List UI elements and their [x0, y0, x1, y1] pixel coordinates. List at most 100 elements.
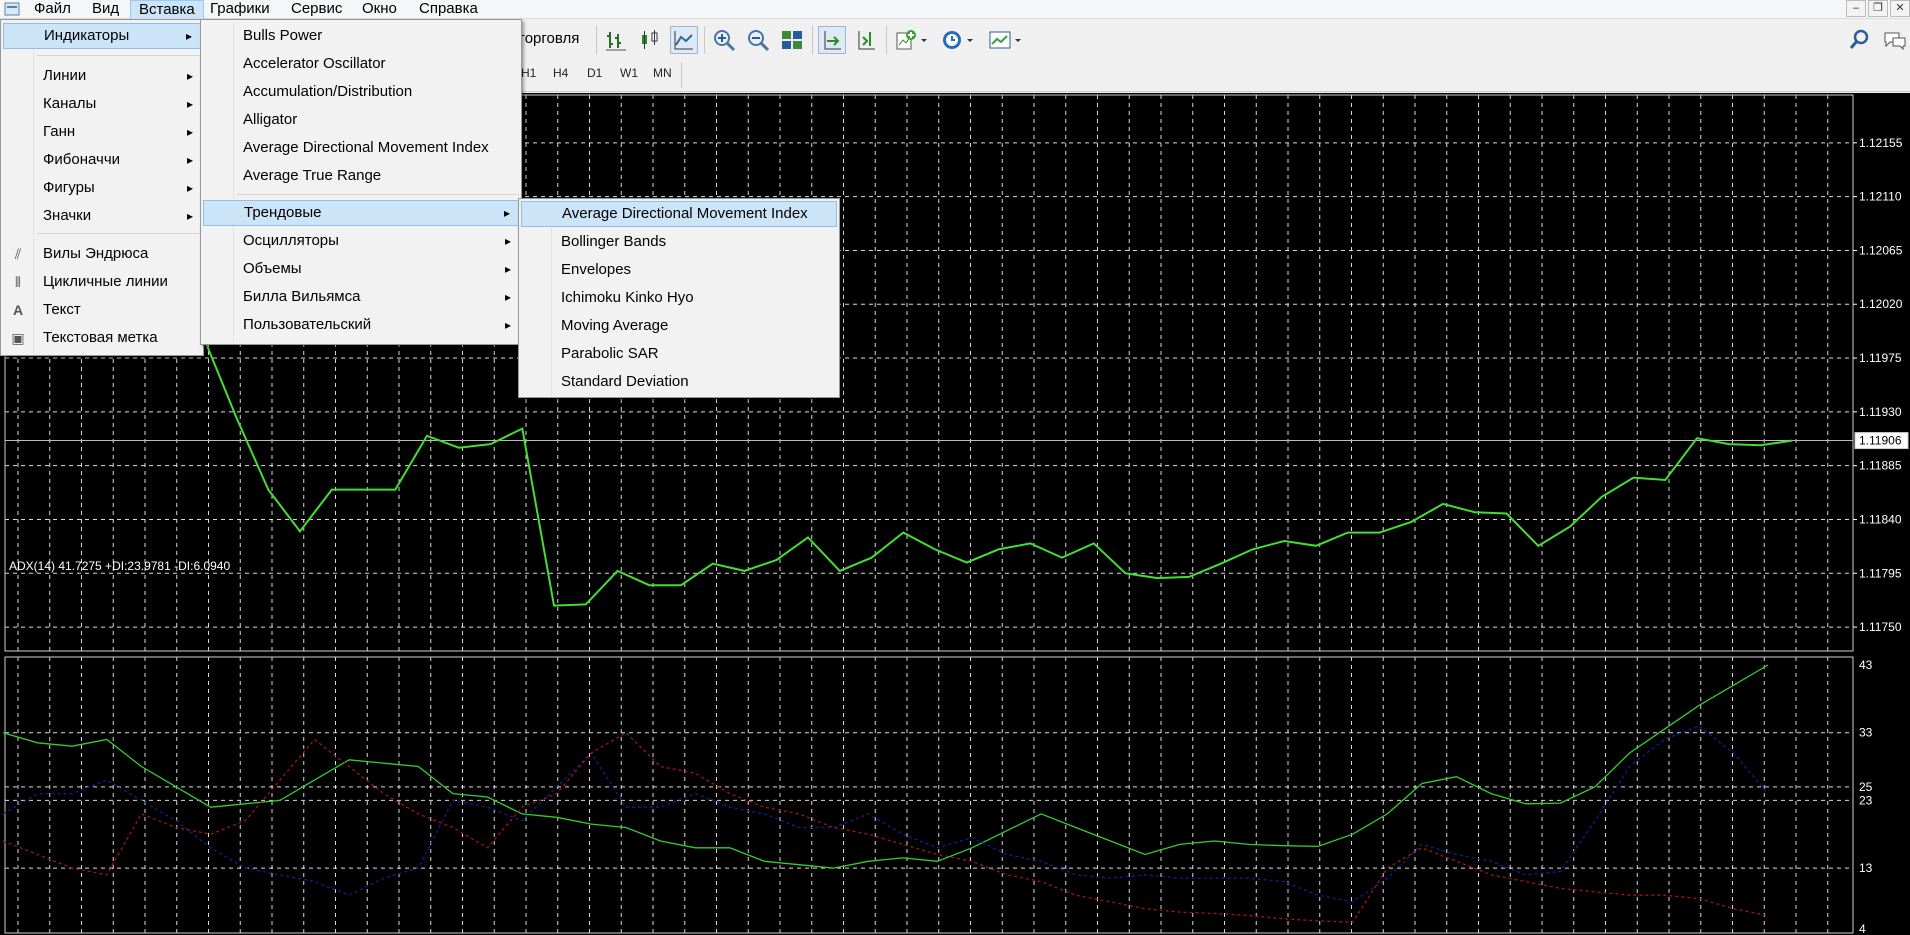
app-icon: [4, 2, 20, 16]
periodicity-dropdown-button[interactable]: [938, 26, 976, 54]
tile-windows-button[interactable]: [778, 26, 806, 54]
menu-item-ichimoku[interactable]: Ichimoku Kinko Hyo: [521, 285, 837, 311]
menu-item-oscillators[interactable]: Осцилляторы: [203, 228, 519, 254]
menu-item-text[interactable]: A Текст: [3, 297, 201, 323]
timeframe-mn[interactable]: MN: [653, 66, 672, 80]
menu-item-cycle-lines[interactable]: ⦀ Цикличные линии: [3, 269, 201, 295]
adx-tick-label: 25: [1859, 780, 1873, 794]
timeframe-h4[interactable]: H4: [553, 66, 568, 80]
menu-item-label: Цикличные линии: [43, 273, 168, 290]
price-tick-label: 1.12020: [1859, 297, 1903, 311]
menu-item-arrows[interactable]: Значки: [3, 203, 201, 229]
menu-item-indicators[interactable]: Индикаторы: [3, 23, 201, 49]
adx-line: [2, 664, 1769, 869]
tile-windows-icon: [782, 31, 802, 49]
templates-dropdown-button[interactable]: [986, 26, 1024, 54]
timeframe-d1[interactable]: D1: [587, 66, 602, 80]
andrews-pitchfork-icon: ⫽: [14, 246, 22, 262]
menu-charts[interactable]: Графики: [202, 0, 278, 19]
menu-item-bollinger-bands[interactable]: Bollinger Bands: [521, 229, 837, 255]
menu-view[interactable]: Вид: [84, 0, 127, 19]
indicators-submenu: Bulls Power Accelerator Oscillator Accum…: [200, 19, 522, 345]
adx-tick-label: 43: [1859, 658, 1873, 672]
menu-item-atr[interactable]: Average True Range: [203, 163, 519, 189]
timeframe-h1[interactable]: H1: [521, 66, 536, 80]
adx-tick-label: 4: [1859, 922, 1866, 935]
line-chart-icon: [674, 31, 693, 50]
menu-item-accelerator-oscillator[interactable]: Accelerator Oscillator: [203, 51, 519, 77]
text-label-icon: ▣: [11, 330, 25, 346]
search-button[interactable]: [1846, 26, 1874, 54]
auto-scroll-icon: [824, 31, 841, 50]
template-icon: [989, 31, 1021, 49]
search-icon: [1849, 29, 1869, 49]
price-tick-label: 1.12110: [1859, 190, 1902, 204]
price-tick-label: 1.11930: [1859, 405, 1902, 419]
menu-item-moving-average[interactable]: Moving Average: [521, 313, 837, 339]
zoom-in-button[interactable]: [710, 26, 738, 54]
price-tick-label: 1.12065: [1859, 243, 1903, 257]
menu-item-adx[interactable]: Average Directional Movement Index: [203, 135, 519, 161]
candlestick-icon: [642, 30, 658, 49]
indicators-dropdown-button[interactable]: [892, 26, 930, 54]
menu-item-bulls-power[interactable]: Bulls Power: [203, 23, 519, 49]
minimize-button[interactable]: –: [1846, 0, 1866, 17]
zoom-out-button[interactable]: [744, 26, 772, 54]
menu-item-alligator[interactable]: Alligator: [203, 107, 519, 133]
trend-submenu: Average Directional Movement Index Bolli…: [518, 198, 840, 398]
autotrading-label[interactable]: торговля: [518, 30, 579, 47]
menu-item-custom[interactable]: Пользовательский: [203, 312, 519, 338]
adx-tick-label: 23: [1859, 793, 1873, 807]
toolbar-separator: [704, 26, 705, 54]
restore-button[interactable]: ❐: [1868, 0, 1888, 17]
menu-item-trend[interactable]: Трендовые: [203, 200, 519, 226]
menu-item-volumes[interactable]: Объемы: [203, 256, 519, 282]
auto-scroll-button[interactable]: [818, 26, 846, 54]
line-chart-button[interactable]: [670, 26, 698, 54]
toolbar-separator: [596, 26, 597, 54]
menu-bar: Файл Вид Вставка Графики Сервис Окно Спр…: [0, 0, 1910, 19]
menu-item-accumulation-distribution[interactable]: Accumulation/Distribution: [203, 79, 519, 105]
menu-item-parabolic-sar[interactable]: Parabolic SAR: [521, 341, 837, 367]
zoom-in-icon: [714, 30, 736, 52]
menu-separator: [37, 55, 201, 56]
menu-item-gann[interactable]: Ганн: [3, 119, 201, 145]
menu-item-text-label[interactable]: ▣ Текстовая метка: [3, 325, 201, 351]
price-tick-label: 1.11975: [1859, 351, 1902, 365]
menu-item-envelopes[interactable]: Envelopes: [521, 257, 837, 283]
adx-indicator-window: [2, 664, 1769, 923]
menu-item-lines[interactable]: Линии: [3, 63, 201, 89]
chart-shift-icon: [858, 31, 875, 50]
close-button[interactable]: ✕: [1890, 0, 1910, 17]
menu-item-andrews-pitchfork[interactable]: ⫽ Вилы Эндрюса: [3, 241, 201, 267]
menu-item-bill-williams[interactable]: Билла Вильямса: [203, 284, 519, 310]
menu-tools[interactable]: Сервис: [283, 0, 350, 19]
menu-window[interactable]: Окно: [354, 0, 405, 19]
menu-help[interactable]: Справка: [411, 0, 486, 19]
chart-shift-button[interactable]: [852, 26, 880, 54]
current-price-label: 1.11906: [1859, 434, 1902, 448]
bar-chart-icon: [606, 32, 626, 51]
bar-chart-button[interactable]: [602, 26, 630, 54]
menu-item-label: Вилы Эндрюса: [43, 245, 149, 262]
zoom-out-icon: [748, 30, 770, 52]
menu-item-label: Текстовая метка: [43, 329, 158, 346]
menu-item-label: Текст: [43, 301, 81, 318]
menu-item-channels[interactable]: Каналы: [3, 91, 201, 117]
menu-file[interactable]: Файл: [26, 0, 79, 19]
menu-item-standard-deviation[interactable]: Standard Deviation: [521, 369, 837, 395]
menu-insert[interactable]: Вставка: [130, 0, 204, 19]
clock-icon: [943, 31, 973, 49]
chat-button[interactable]: [1880, 26, 1908, 54]
price-tick-label: 1.11795: [1859, 566, 1902, 580]
menu-item-shapes[interactable]: Фигуры: [3, 175, 201, 201]
candle-chart-button[interactable]: [636, 26, 664, 54]
text-icon: A: [12, 302, 24, 318]
minus-di-line: [2, 731, 1769, 923]
menu-item-trend-adx[interactable]: Average Directional Movement Index: [521, 201, 837, 227]
price-tick-label: 1.11840: [1859, 512, 1902, 526]
menu-separator: [37, 233, 201, 234]
timeframe-w1[interactable]: W1: [620, 66, 638, 80]
menu-item-fibonacci[interactable]: Фибоначчи: [3, 147, 201, 173]
toolbar-separator: [886, 26, 887, 54]
